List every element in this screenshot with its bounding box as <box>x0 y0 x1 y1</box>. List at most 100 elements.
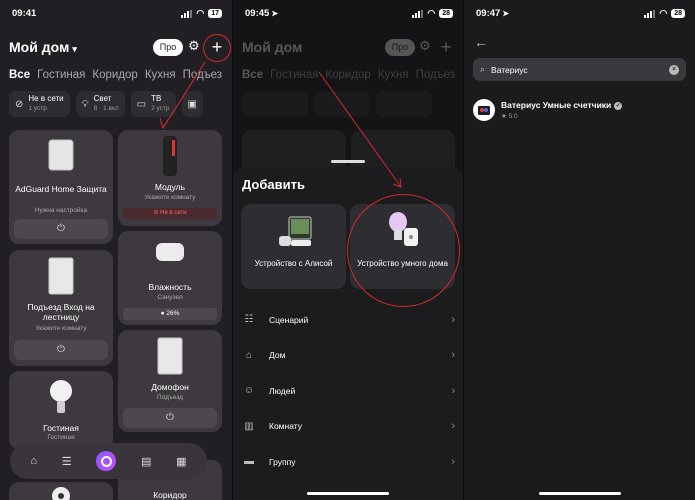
chip-sub: 2 устр <box>151 105 170 112</box>
menu-label: Людей <box>269 385 296 396</box>
people-icon: ☺ <box>243 385 255 397</box>
tab-all[interactable]: Все <box>9 69 30 81</box>
search-input[interactable] <box>491 64 669 75</box>
card-sub: Укажите комнату <box>35 325 87 332</box>
routines-icon[interactable]: ☰ <box>62 455 72 468</box>
status-bar: 09:45 ➤ ◠ 28 <box>233 6 463 22</box>
chip-light[interactable]: 💡︎ Свет 8 · 1 вкл <box>75 91 125 117</box>
menu-label: Дом <box>269 350 286 361</box>
menu-item-home[interactable]: ⌂ Дом › <box>242 338 455 374</box>
search-result-item[interactable]: Ватериус Умные счетчики ✓ ★ 5.0 <box>473 99 623 121</box>
rating-value: 5.0 <box>508 113 518 120</box>
power-button[interactable]: ⏻ <box>123 408 217 428</box>
tab-corridor[interactable]: Коридор <box>92 69 137 81</box>
signal-icon <box>181 9 193 18</box>
humidity-value: ● 26% <box>123 308 217 320</box>
power-icon: ⏻ <box>166 412 174 423</box>
tab-living: Гостиная <box>270 69 319 81</box>
home-indicator <box>538 492 621 495</box>
wifi-icon: ◠ <box>659 8 668 18</box>
result-title: Ватериус Умные счетчики ✓ <box>501 100 623 110</box>
pro-button[interactable]: Про <box>153 39 183 56</box>
tab-entrance[interactable]: Подъез <box>183 69 222 81</box>
chip <box>242 91 308 117</box>
tab-kitchen: Кухня <box>377 69 409 81</box>
device-card-adguard[interactable]: AdGuard Home Защита Нужна настройка ⏻ <box>9 130 113 244</box>
camera-image <box>52 487 70 500</box>
chevron-right-icon: › <box>451 420 455 433</box>
home-screen: 09:41 ◠ 17 Мой дом ▾ Про ⚙ + Все Гостиная… <box>0 0 232 500</box>
clear-icon[interactable]: × <box>669 64 679 75</box>
offline-text: Не в сети <box>160 210 187 216</box>
chip-tv[interactable]: ▭ ТВ 2 устр <box>130 91 176 117</box>
menu-label: Комнату <box>269 421 302 432</box>
alice-device-image <box>279 216 312 246</box>
add-sheet: Добавить Устройство с Алисой Устройство … <box>233 167 463 500</box>
back-arrow-icon[interactable]: ← <box>474 34 488 50</box>
option-alice-device[interactable]: Устройство с Алисой <box>241 204 346 289</box>
module-image <box>163 136 177 176</box>
wifi-icon: ◠ <box>196 8 205 18</box>
card-name: Коридор <box>153 490 187 500</box>
wifi-icon: ◠ <box>427 8 436 18</box>
wifi-off-icon: ⊘ <box>15 98 24 110</box>
menu-item-scenario[interactable]: ☷ Сценарий › <box>242 302 455 338</box>
vaterius-logo <box>473 99 495 121</box>
card-name: Домофон <box>151 382 189 392</box>
card-name: Подъезд Вход на лестницу <box>27 302 95 322</box>
location-icon: ➤ <box>502 9 510 18</box>
device-card-module[interactable]: Модуль Укажите комнату ⊘ Не в сети <box>118 130 222 226</box>
signal-icon <box>644 9 656 18</box>
status-bar: 09:47 ➤ ◠ 28 <box>464 6 695 22</box>
battery-badge: 28 <box>671 9 685 18</box>
gear-icon: ⚙ <box>419 38 431 53</box>
card-sub: Гостиная <box>47 434 75 441</box>
device-card-humidity[interactable]: Влажность Санузел ● 26% <box>118 231 222 325</box>
tab-kitchen[interactable]: Кухня <box>145 69 176 81</box>
device-card-entrance[interactable]: Подъезд Вход на лестницу Укажите комнату… <box>9 250 113 366</box>
power-icon: ⏻ <box>57 223 65 234</box>
room-tabs: Все Гостиная Коридор Кухня Подъез <box>9 69 222 81</box>
sensor-image <box>156 243 184 261</box>
sheet-grabber[interactable] <box>331 160 365 163</box>
power-icon: ⏻ <box>57 344 65 355</box>
device-card-living[interactable]: Гостиная Гостиная <box>9 371 113 449</box>
chip-more[interactable]: ▣ <box>181 91 203 117</box>
alice-icon[interactable] <box>96 451 117 471</box>
menu-item-people[interactable]: ☺ Людей › <box>242 373 455 409</box>
card-sub: Санузел <box>157 294 183 301</box>
status-bar: 09:41 ◠ 17 <box>0 6 232 22</box>
pro-button: Про <box>385 39 415 56</box>
gear-icon[interactable]: ⚙ <box>188 38 200 54</box>
grid-icon[interactable]: ▦ <box>176 455 186 468</box>
card-name: Влажность <box>148 282 192 292</box>
status-time: 09:45 ➤ <box>245 8 278 19</box>
power-button[interactable]: ⏻ <box>14 219 108 239</box>
tab-living[interactable]: Гостиная <box>37 69 85 81</box>
chevron-right-icon: › <box>451 455 455 468</box>
menu-item-group[interactable]: ▬ Группу › <box>242 444 455 480</box>
search-screen: 09:47➤ ◠ 28 ← ⌕ × Ватериус Умные счетчик… <box>464 0 695 500</box>
chip-offline[interactable]: ⊘ Не в сети 1 устр <box>9 91 70 117</box>
device-card-camera[interactable] <box>9 482 113 500</box>
battery-badge: 17 <box>208 9 222 18</box>
menu-item-room[interactable]: ▥ Комнату › <box>242 409 455 445</box>
search-bar: ⌕ × <box>473 58 686 81</box>
power-button[interactable]: ⏻ <box>14 340 108 360</box>
shop-icon[interactable]: ▤ <box>141 455 151 468</box>
room-tabs: Все Гостиная Коридор Кухня Подъез <box>242 69 455 81</box>
offline-badge: ⊘ Не в сети <box>123 208 217 219</box>
home-icon[interactable]: ⌂ <box>30 455 37 467</box>
home-title: Мой дом <box>242 39 303 55</box>
chip-title: Не в сети <box>28 94 64 103</box>
switch-icon: ▣ <box>187 98 197 110</box>
filter-chips: ⊘ Не в сети 1 устр 💡︎ Свет 8 · 1 вкл ▭ ТВ 2… <box>9 91 203 117</box>
card-sub: Подъезд <box>157 394 183 401</box>
add-sheet-screen: 09:45 ➤ ◠ 28 Мой дом Про ⚙ + Все Гостиная… <box>233 0 463 500</box>
card-name: Гостиная <box>43 423 79 433</box>
time-text: 09:45 <box>245 8 270 19</box>
battery-badge: 28 <box>439 9 453 18</box>
highlight-circle <box>347 194 460 307</box>
device-card-intercom[interactable]: Домофон Подъезд ⏻ <box>118 330 222 432</box>
home-selector[interactable]: Мой дом ▾ <box>9 39 77 55</box>
